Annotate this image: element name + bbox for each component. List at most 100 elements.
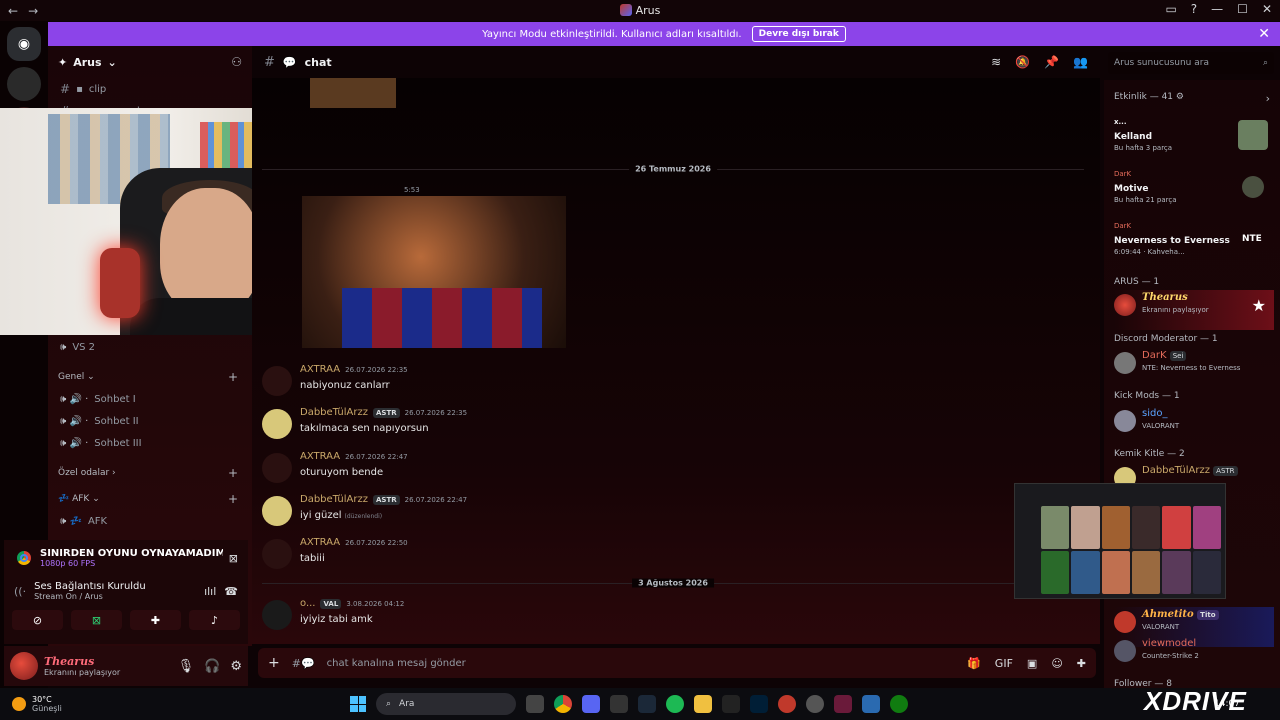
avatar[interactable] bbox=[262, 600, 292, 630]
spotify-icon[interactable] bbox=[666, 695, 684, 713]
message-author[interactable]: AXTRAA bbox=[300, 537, 340, 548]
apps-icon[interactable]: ✚ bbox=[1077, 657, 1086, 670]
emoji-icon[interactable]: ☺ bbox=[1051, 657, 1062, 670]
record-icon[interactable] bbox=[778, 695, 796, 713]
embedded-image[interactable] bbox=[302, 196, 566, 348]
message-item[interactable]: DabbeTülArzz ASTR 26.07.2026 22:35 takılma… bbox=[260, 407, 1080, 447]
category-afk[interactable]: 💤 AFK ⌄ + bbox=[48, 488, 248, 510]
minimize-icon[interactable]: — bbox=[1211, 2, 1223, 16]
channel-vs2[interactable]: 🕪 VS 2 bbox=[48, 336, 248, 358]
back-arrow-icon[interactable]: ← bbox=[8, 4, 18, 18]
avatar[interactable] bbox=[262, 453, 292, 483]
screen-share-popout[interactable] bbox=[1014, 483, 1226, 599]
avatar[interactable] bbox=[262, 496, 292, 526]
message-item[interactable]: AXTRAA 26.07.2026 22:50 tabiii bbox=[260, 537, 1080, 577]
pin-icon[interactable]: 📌 bbox=[1044, 55, 1059, 69]
message-author[interactable]: DabbeTülArzz bbox=[300, 494, 368, 505]
app-icon[interactable] bbox=[862, 695, 880, 713]
add-attachment-icon[interactable]: + bbox=[268, 655, 280, 671]
screen-share-button[interactable]: ⊠ bbox=[71, 610, 122, 630]
epic-games-icon[interactable] bbox=[722, 695, 740, 713]
channel-label: Sohbet III bbox=[94, 437, 142, 449]
headphones-icon[interactable]: 🎧 bbox=[204, 659, 220, 674]
chevron-right-icon[interactable]: › bbox=[1266, 92, 1270, 105]
gif-icon[interactable]: GIF bbox=[995, 657, 1013, 670]
message-item[interactable]: DabbeTülArzz ASTR 26.07.2026 22:47 iyi güz… bbox=[260, 494, 1080, 534]
sticker-icon[interactable]: ▣ bbox=[1027, 657, 1037, 670]
soundboard-button[interactable]: ♪ bbox=[189, 610, 240, 630]
thumb-tile bbox=[1071, 551, 1100, 594]
microphone-icon[interactable]: 🎙 bbox=[178, 659, 195, 674]
message-author[interactable]: DabbeTülArzz bbox=[300, 407, 368, 418]
capcut-icon[interactable] bbox=[610, 695, 628, 713]
message-item[interactable]: o... VAL 3.08.2026 04:12 iyiyiz tabi amk bbox=[260, 598, 1080, 638]
gear-icon[interactable]: ⚙ bbox=[230, 659, 242, 674]
noise-suppression-icon[interactable]: ılıl bbox=[204, 585, 216, 598]
add-channel-icon[interactable]: + bbox=[228, 492, 238, 506]
chrome-icon[interactable] bbox=[554, 695, 572, 713]
search-input[interactable]: Arus sunucusunu ara bbox=[1114, 58, 1209, 68]
channel-sohbet-2[interactable]: 🕪 🔊 · Sohbet II bbox=[48, 410, 248, 432]
disable-streamer-mode-button[interactable]: Devre dışı bırak bbox=[751, 26, 846, 42]
activity-user[interactable]: DarK bbox=[1114, 222, 1131, 230]
discord-icon[interactable] bbox=[582, 695, 600, 713]
gift-icon[interactable]: 🎁 bbox=[967, 657, 981, 670]
activity-user[interactable]: DarK bbox=[1114, 170, 1131, 178]
task-view-icon[interactable] bbox=[526, 695, 544, 713]
message-composer[interactable]: + #💬 chat kanalına mesaj gönder 🎁 GIF ▣ … bbox=[258, 648, 1096, 678]
activities-button[interactable]: ✚ bbox=[130, 610, 181, 630]
avatar[interactable] bbox=[10, 652, 38, 680]
channel-label: VS 2 bbox=[72, 341, 96, 353]
app-icon[interactable] bbox=[834, 695, 852, 713]
forward-arrow-icon[interactable]: → bbox=[28, 4, 38, 18]
message-author[interactable]: AXTRAA bbox=[300, 364, 340, 375]
discord-home-icon[interactable]: ◉ bbox=[7, 27, 41, 61]
xbox-icon[interactable] bbox=[890, 695, 908, 713]
obs-icon[interactable] bbox=[806, 695, 824, 713]
message-item[interactable]: AXTRAA 26.07.2026 22:47 oturuyom bende bbox=[260, 451, 1080, 491]
channel-sohbet-3[interactable]: 🕪 🔊 · Sohbet III bbox=[48, 432, 248, 454]
category-label: Özel odalar bbox=[58, 468, 110, 478]
inbox-icon[interactable]: ▭ bbox=[1165, 2, 1176, 16]
camera-off-button[interactable]: ⊘ bbox=[12, 610, 63, 630]
add-channel-icon[interactable]: + bbox=[228, 466, 238, 480]
close-window-icon[interactable]: ✕ bbox=[1262, 2, 1272, 16]
message-item[interactable]: AXTRAA 26.07.2026 22:35 nabiyonuz canlarr bbox=[260, 364, 1080, 404]
photoshop-icon[interactable] bbox=[750, 695, 768, 713]
activity-user[interactable]: x... bbox=[1114, 118, 1127, 126]
member-list-icon[interactable]: 👥 bbox=[1073, 55, 1088, 69]
server-header[interactable]: ✦ Arus ⌄ ⚇ bbox=[48, 46, 252, 78]
add-channel-icon[interactable]: + bbox=[228, 370, 238, 384]
stop-stream-icon[interactable]: ⊠ bbox=[229, 552, 238, 565]
message-input[interactable]: chat kanalına mesaj gönder bbox=[327, 658, 466, 669]
member-item[interactable]: DarK Sei NTE: Neverness to Everness bbox=[1114, 348, 1274, 388]
channel-afk[interactable]: 🕪 💤 AFK bbox=[48, 510, 248, 532]
message-author[interactable]: AXTRAA bbox=[300, 451, 340, 462]
disconnect-icon[interactable]: ☎ bbox=[224, 585, 238, 598]
steam-icon[interactable] bbox=[638, 695, 656, 713]
maximize-icon[interactable]: ☐ bbox=[1237, 2, 1248, 16]
threads-icon[interactable]: ≋ bbox=[991, 55, 1001, 69]
avatar[interactable] bbox=[262, 539, 292, 569]
member-item[interactable]: sido_ VALORANT bbox=[1114, 406, 1274, 446]
close-icon[interactable]: ✕ bbox=[1258, 26, 1270, 42]
stream-row[interactable]: SİNİRDEN OYUNU OYNAYAMADIM! ... 1080p 60… bbox=[4, 540, 248, 576]
message-author[interactable]: o... bbox=[300, 598, 315, 609]
channel-sohbet-1[interactable]: 🕪 🔊 · Sohbet I bbox=[48, 388, 248, 410]
help-icon[interactable]: ? bbox=[1191, 2, 1197, 16]
server-search[interactable]: Arus sunucusunu ara ⌕ bbox=[1108, 52, 1274, 74]
windows-start-icon[interactable] bbox=[350, 696, 366, 712]
mute-notifications-icon[interactable]: 🔕 bbox=[1015, 55, 1030, 69]
category-genel[interactable]: Genel ⌄ + bbox=[48, 366, 248, 388]
weather-widget[interactable]: 30°C Güneşli bbox=[0, 695, 62, 713]
member-item[interactable]: Thearus Ekranını paylaşıyor ★ bbox=[1114, 290, 1274, 330]
avatar[interactable] bbox=[262, 409, 292, 439]
member-item[interactable]: viewmodel Counter-Strike 2 bbox=[1114, 636, 1274, 676]
channel-clip[interactable]: # ▪ clip bbox=[48, 78, 252, 100]
avatar[interactable] bbox=[262, 366, 292, 396]
server-icon[interactable] bbox=[7, 67, 41, 101]
taskbar-search[interactable]: ⌕ Ara bbox=[376, 693, 516, 715]
invite-people-icon[interactable]: ⚇ bbox=[231, 55, 242, 69]
category-ozel-odalar[interactable]: Özel odalar › + bbox=[48, 462, 248, 484]
folder-icon[interactable] bbox=[694, 695, 712, 713]
